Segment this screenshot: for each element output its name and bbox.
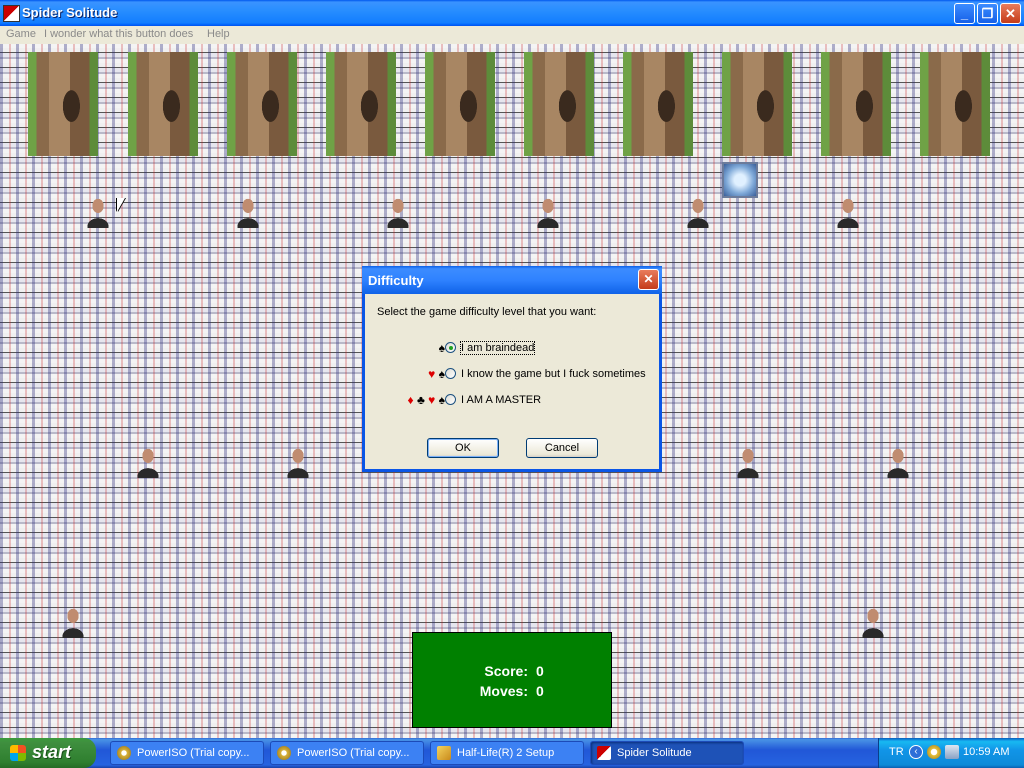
spider-solitaire-icon (3, 5, 20, 22)
score-label: Score: (484, 663, 528, 679)
option-label[interactable]: I am braindead (459, 341, 536, 355)
close-button[interactable]: ✕ (1000, 3, 1021, 24)
suit-icons: ♥ ♠ (428, 367, 445, 381)
maximize-button[interactable]: ❐ (977, 3, 998, 24)
taskbar-item-half-life-setup[interactable]: Half-Life(R) 2 Setup (430, 741, 584, 765)
taskbar-item-spider-solitude[interactable]: Spider Solitude (590, 741, 744, 765)
menu-help[interactable]: Help (207, 28, 230, 40)
task-label: PowerISO (Trial copy... (137, 747, 250, 759)
taskbar-item-poweriso-2[interactable]: PowerISO (Trial copy... (270, 741, 424, 765)
heart-icon: ♥ (428, 367, 436, 381)
difficulty-option-1[interactable]: ♠ I am braindead (365, 340, 659, 358)
menu-i-wonder[interactable]: I wonder what this button does (44, 28, 193, 40)
window-title: Spider Solitude (22, 5, 118, 20)
heart-icon: ♥ (428, 393, 436, 407)
difficulty-option-2[interactable]: ♥ ♠ I know the game but I fuck sometimes (365, 366, 659, 384)
card-face-up[interactable] (623, 52, 693, 156)
card-face-up[interactable] (920, 52, 990, 156)
card-back (860, 604, 886, 638)
start-button[interactable]: start (0, 738, 96, 768)
card-face-up[interactable] (28, 52, 98, 156)
club-icon: ♣ (416, 393, 425, 407)
card-face-up[interactable] (326, 52, 396, 156)
completed-stack (722, 162, 758, 198)
diamond-icon: ♦ (407, 393, 414, 407)
menu-bar: Game I wonder what this button does Help (0, 26, 1024, 44)
cancel-button[interactable]: Cancel (526, 438, 598, 458)
poweriso-icon (117, 746, 131, 760)
card-back (835, 194, 861, 228)
score-value: 0 (536, 663, 544, 679)
window-titlebar[interactable]: Spider Solitude _ ❐ ✕ (0, 0, 1024, 26)
start-label: start (32, 742, 72, 762)
spider-solitaire-icon (597, 746, 611, 760)
language-indicator[interactable]: TR (889, 746, 904, 758)
difficulty-option-3[interactable]: ♦ ♣ ♥ ♠ I AM A MASTER (365, 392, 659, 410)
network-icon[interactable] (945, 745, 959, 759)
card-face-up[interactable] (227, 52, 297, 156)
tableau-top-cards (0, 52, 1024, 156)
halflife-icon (437, 746, 451, 760)
moves-value: 0 (536, 683, 544, 699)
card-face-up[interactable] (722, 52, 792, 156)
poweriso-icon (277, 746, 291, 760)
dialog-close-button[interactable]: ✕ (638, 269, 659, 290)
difficulty-dialog: Difficulty ✕ Select the game difficulty … (362, 266, 662, 472)
suit-icons: ♦ ♣ ♥ ♠ (407, 393, 445, 407)
card-face-up[interactable] (524, 52, 594, 156)
task-label: Spider Solitude (617, 747, 692, 759)
minimize-button[interactable]: _ (954, 3, 975, 24)
card-face-up[interactable] (821, 52, 891, 156)
system-tray: TR ‹ 10:59 AM (878, 738, 1024, 768)
card-back (885, 444, 911, 478)
task-label: Half-Life(R) 2 Setup (457, 747, 555, 759)
card-back (235, 194, 261, 228)
dialog-titlebar[interactable]: Difficulty ✕ (362, 266, 662, 294)
mouse-cursor (117, 198, 125, 212)
tray-expand-icon[interactable]: ‹ (909, 745, 923, 759)
windows-logo-icon (10, 745, 26, 761)
tray-app-icon[interactable] (927, 745, 941, 759)
taskbar: start PowerISO (Trial copy... PowerISO (… (0, 738, 1024, 768)
radio-braindead[interactable] (445, 342, 456, 353)
card-back (85, 194, 111, 228)
clock[interactable]: 10:59 AM (963, 746, 1009, 758)
card-back (135, 444, 161, 478)
task-label: PowerISO (Trial copy... (297, 747, 410, 759)
dialog-prompt: Select the game difficulty level that yo… (377, 306, 597, 318)
card-back (60, 604, 86, 638)
card-back (685, 194, 711, 228)
card-face-up[interactable] (425, 52, 495, 156)
moves-label: Moves: (479, 683, 528, 699)
score-panel[interactable]: Score: 0 Moves: 0 (412, 632, 612, 728)
menu-game[interactable]: Game (6, 28, 36, 40)
radio-master[interactable] (445, 394, 456, 405)
option-label[interactable]: I know the game but I fuck sometimes (461, 368, 646, 380)
dialog-title: Difficulty (368, 273, 424, 288)
card-face-up[interactable] (128, 52, 198, 156)
taskbar-item-poweriso-1[interactable]: PowerISO (Trial copy... (110, 741, 264, 765)
ok-button[interactable]: OK (427, 438, 499, 458)
card-back (285, 444, 311, 478)
card-back (735, 444, 761, 478)
option-label[interactable]: I AM A MASTER (461, 394, 541, 406)
card-back (385, 194, 411, 228)
card-back (535, 194, 561, 228)
radio-know-the-game[interactable] (445, 368, 456, 379)
